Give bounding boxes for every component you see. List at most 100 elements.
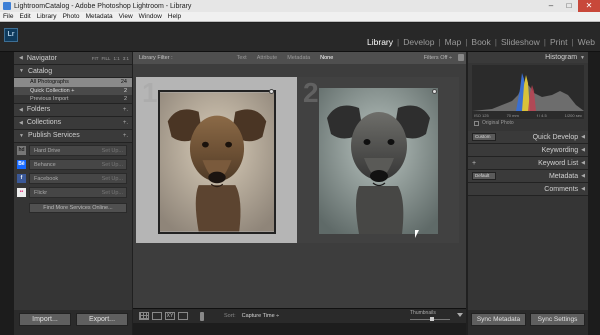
menu-help[interactable]: Help (168, 13, 181, 20)
filter-text[interactable]: Text (237, 55, 247, 61)
catalog-header[interactable]: ▼ Catalog (14, 65, 132, 78)
publish-service-setup[interactable]: Set Up... (102, 190, 123, 196)
thumbnail-size-control: Thumbnails (410, 310, 450, 323)
sort-dropdown[interactable]: Capture Time ÷ (242, 313, 280, 319)
folders-add-button[interactable]: +. (123, 107, 128, 113)
publish-service-facebook[interactable]: f Facebook Set Up... (17, 173, 127, 185)
metadata-header[interactable]: Default Metadata ◀ (468, 170, 588, 183)
collections-header[interactable]: ◀ Collections +. (14, 116, 132, 130)
catalog-item-label: Quick Collection + (30, 87, 75, 94)
menu-view[interactable]: View (119, 13, 133, 20)
maximize-button[interactable]: □ (560, 0, 578, 12)
catalog-item-label: Previous Import (30, 95, 69, 102)
zoom-1-1[interactable]: 1:1 (113, 56, 119, 61)
library-filter-label: Library Filter : (139, 55, 173, 61)
zoom-3-1[interactable]: 3:1 (123, 56, 129, 61)
flickr-icon: •• (17, 188, 26, 197)
find-more-services-button[interactable]: Find More Services Online... (29, 202, 127, 213)
catalog-item-quick-collection[interactable]: Quick Collection + 2 (14, 86, 132, 95)
menu-library[interactable]: Library (37, 13, 57, 20)
catalog-item-count: 2 (123, 87, 127, 94)
publish-service-bar: Facebook Set Up... (29, 173, 127, 184)
filter-none[interactable]: None (320, 55, 333, 61)
original-photo-toggle[interactable]: Original Photo (468, 119, 588, 127)
loupe-view-icon[interactable] (152, 312, 162, 320)
dog-photo-warm[interactable] (158, 90, 276, 234)
menu-window[interactable]: Window (139, 13, 162, 20)
filter-attribute[interactable]: Attribute (257, 55, 277, 61)
zoom-fill[interactable]: FILL (101, 56, 110, 61)
menu-photo[interactable]: Photo (63, 13, 80, 20)
publish-service-label: Flickr (34, 189, 48, 196)
keyword-add-button[interactable]: + (472, 160, 476, 167)
export-button[interactable]: Export... (76, 313, 128, 326)
quick-develop-header[interactable]: Custom Quick Develop ◀ (468, 131, 588, 144)
dog-photo-bw[interactable] (319, 88, 438, 234)
module-slideshow[interactable]: Slideshow (500, 37, 541, 47)
module-develop[interactable]: Develop (402, 37, 435, 47)
focal-length-value: 70 mm (506, 113, 519, 118)
quick-collection-badge-icon[interactable] (432, 89, 437, 94)
folders-header[interactable]: ◀ Folders +. (14, 103, 132, 117)
painter-spray-can-icon[interactable] (200, 311, 204, 321)
zoom-fit[interactable]: FIT (92, 56, 99, 61)
filters-off-dropdown[interactable]: Filters Off ÷ (424, 55, 452, 61)
identity-plate: Lr Library | Develop | Map | Book | Slid… (0, 23, 600, 52)
minimize-button[interactable]: – (542, 0, 560, 12)
module-web[interactable]: Web (577, 37, 596, 47)
keyword-list-label: Keyword List (538, 159, 579, 167)
publish-service-setup[interactable]: Set Up... (102, 148, 123, 154)
keywording-header[interactable]: Keywording ◀ (468, 144, 588, 157)
module-picker: Library | Develop | Map | Book | Slidesh… (366, 37, 596, 47)
collapse-triangle-icon: ◀ (581, 186, 585, 192)
left-panel-edge[interactable] (0, 52, 14, 335)
menu-metadata[interactable]: Metadata (86, 13, 113, 20)
grid-view-icon[interactable] (139, 312, 149, 320)
publish-services-add-button[interactable]: +. (123, 133, 128, 139)
publish-service-behance[interactable]: Bē Behance Set Up... (17, 159, 127, 171)
sync-settings-button[interactable]: Sync Settings (530, 313, 585, 326)
lock-icon[interactable] (458, 54, 464, 61)
catalog-item-count: 2 (123, 95, 127, 102)
toolbar-options-chevron-down-icon[interactable] (457, 313, 463, 317)
survey-view-icon[interactable] (178, 312, 188, 320)
filter-metadata[interactable]: Metadata (287, 55, 310, 61)
import-button[interactable]: Import... (19, 313, 71, 326)
module-print[interactable]: Print (549, 37, 568, 47)
thumbnail-slider-knob[interactable] (430, 316, 434, 321)
menu-edit[interactable]: Edit (19, 13, 30, 20)
module-map[interactable]: Map (444, 37, 463, 47)
histogram-header[interactable]: Histogram ▼ (468, 52, 588, 63)
close-button[interactable]: ✕ (578, 0, 600, 12)
original-photo-checkbox[interactable] (474, 120, 479, 126)
publish-services-header[interactable]: ▼ Publish Services +. (14, 129, 132, 143)
collections-label: Collections (26, 119, 62, 126)
catalog-label: Catalog (27, 67, 53, 75)
sync-metadata-button[interactable]: Sync Metadata (471, 313, 526, 326)
collections-add-button[interactable]: +. (123, 120, 128, 126)
metadata-preset-dropdown[interactable]: Default (472, 172, 496, 180)
grid-cell-selected[interactable]: 1 (136, 77, 297, 243)
publish-service-setup[interactable]: Set Up... (102, 176, 123, 182)
collapse-triangle-icon: ◀ (581, 134, 585, 140)
catalog-item-previous-import[interactable]: Previous Import 2 (14, 95, 132, 104)
compare-view-icon[interactable]: XY (165, 312, 175, 320)
publish-service-bar: Behance Set Up... (29, 159, 127, 170)
histogram-graph[interactable]: ISO 125 70 mm f / 4.5 1/200 sec (472, 65, 584, 119)
catalog-item-all-photographs[interactable]: All Photographs 24 (14, 78, 132, 87)
right-panel-edge[interactable] (588, 52, 600, 335)
publish-service-hard-drive[interactable]: hd Hard Drive Set Up... (17, 145, 127, 157)
module-book[interactable]: Book (470, 37, 491, 47)
navigator-header[interactable]: ◀ Navigator FIT FILL 1:1 3:1 (14, 52, 132, 65)
quick-develop-preset-dropdown[interactable]: Custom (472, 133, 496, 141)
module-library[interactable]: Library (366, 37, 394, 47)
publish-service-setup[interactable]: Set Up... (102, 162, 123, 168)
menu-file[interactable]: File (3, 13, 13, 20)
publish-service-flickr[interactable]: •• Flickr Set Up... (17, 187, 127, 199)
comments-header[interactable]: Comments ◀ (468, 183, 588, 196)
window-title: LightroomCatalog - Adobe Photoshop Light… (14, 2, 192, 10)
left-panel: ◀ Navigator FIT FILL 1:1 3:1 ▼ Catalog A… (14, 52, 132, 310)
keyword-list-header[interactable]: + Keyword List ◀ (468, 157, 588, 170)
grid-cell[interactable]: 2 (297, 77, 459, 243)
quick-collection-badge-icon[interactable] (269, 89, 274, 94)
